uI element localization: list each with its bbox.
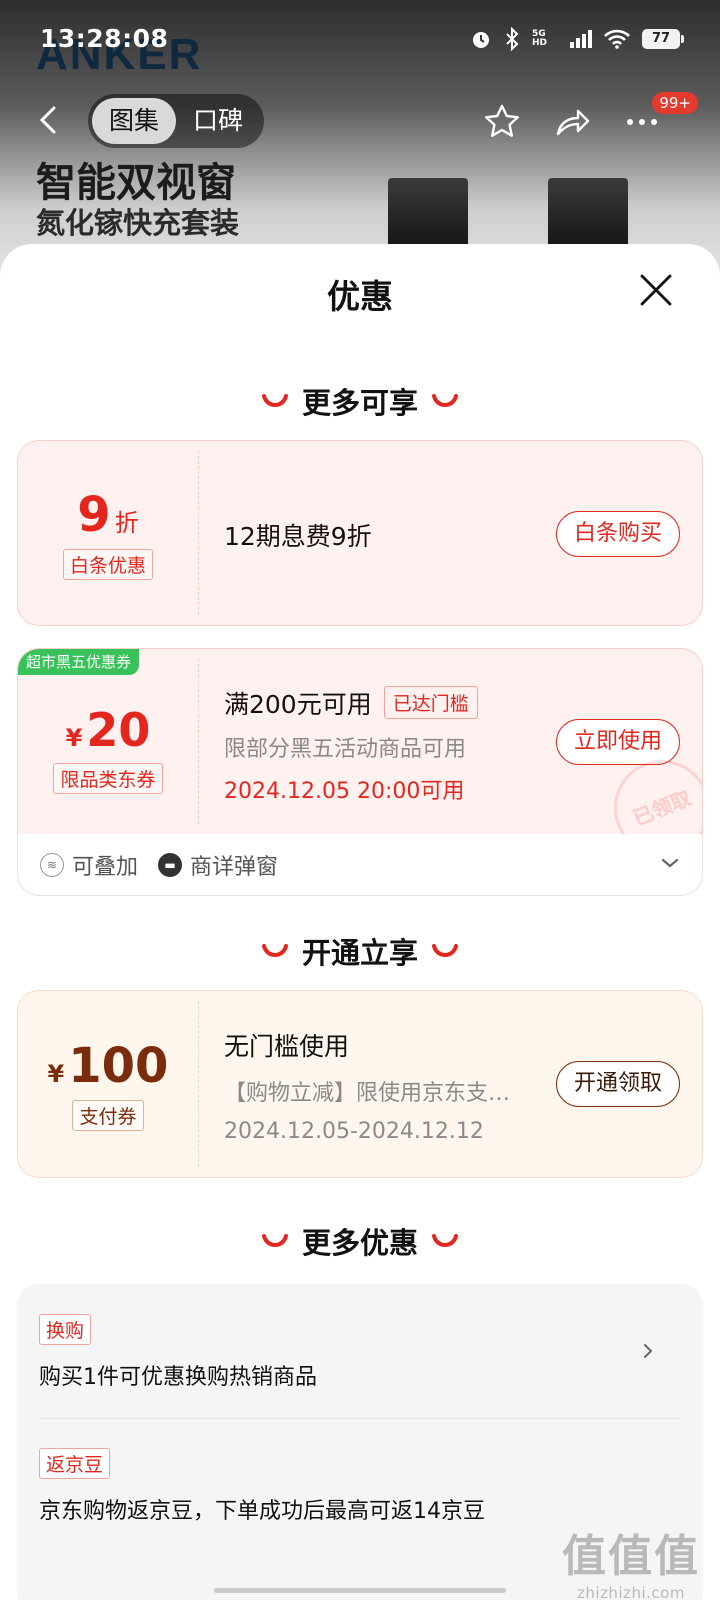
card-divider — [198, 1001, 199, 1167]
alarm-icon — [473, 32, 489, 48]
list-item-jingdou[interactable]: 返京豆 京东购物返京豆，下单成功后最高可返14京豆 — [39, 1448, 679, 1525]
wifi-icon — [604, 29, 630, 49]
status-bar: 13:28:08 5G HD 77 — [0, 0, 720, 80]
currency-symbol: ¥ — [47, 1059, 65, 1088]
section-label: 开通立享 — [301, 936, 418, 970]
discount-value: 9 — [77, 486, 111, 543]
status-time: 13:28:08 — [40, 24, 169, 53]
section-title-activate: 开通立享 — [0, 930, 720, 972]
smile-decor-icon — [432, 1234, 458, 1247]
list-item-trade-in[interactable]: 换购 购买1件可优惠换购热销商品 — [39, 1314, 679, 1391]
section-title-more-offers: 更多优惠 — [0, 1220, 720, 1262]
share-icon[interactable] — [552, 102, 592, 142]
coupon-scope: 限部分黑五活动商品可用 — [224, 737, 467, 762]
baitiao-tag: 白条优惠 — [62, 548, 153, 580]
section-title-more-enjoy: 更多可享 — [0, 380, 720, 422]
coupon-type-tag: 限品类东券 — [53, 763, 163, 794]
section-label: 更多优惠 — [301, 1226, 418, 1260]
smile-decor-icon — [261, 1234, 288, 1247]
pay-coupon-condition: 无门槛使用 — [224, 1032, 350, 1061]
popup-label: 商详弹窗 — [190, 854, 279, 880]
threshold-reached-tag: 已达门槛 — [383, 686, 478, 719]
signal-icon — [570, 30, 592, 48]
smile-decor-icon — [432, 944, 458, 957]
stack-icon: ≋ — [40, 852, 64, 877]
stackable-label: 可叠加 — [72, 854, 139, 880]
discount-unit: 折 — [114, 508, 139, 537]
watermark-logo: 值值值 — [562, 1531, 700, 1582]
card-divider — [198, 451, 199, 615]
coupon-condition: 满200元可用 — [224, 690, 372, 719]
site-watermark: 值值值 zhizhizhi.com — [562, 1520, 700, 1600]
pay-coupon-valid-date: 2024.12.05-2024.12.12 — [224, 1119, 484, 1144]
coupon-offer-card: 超市黑五优惠券 ¥20 限品类东券 满200元可用 已达门槛 限部分黑五活动商品可… — [17, 648, 703, 834]
pay-coupon-scope: 【购物立减】限使用京东支… — [224, 1081, 511, 1106]
card-divider — [198, 659, 199, 824]
smile-decor-icon — [261, 944, 288, 957]
bluetooth-icon — [506, 27, 519, 51]
use-now-button[interactable]: 立即使用 — [556, 719, 680, 765]
coupon-value: 20 — [86, 703, 151, 757]
star-icon[interactable] — [482, 102, 522, 142]
battery-indicator: 77 — [642, 29, 684, 49]
popup-info: ▬ 商详弹窗 — [158, 849, 278, 881]
message-count-badge: 99+ — [652, 92, 698, 114]
smile-decor-icon — [432, 394, 458, 407]
offers-sheet: 优惠 更多可享 9折 白条优惠 12期息费9折 白条购买 超市黑五优惠券 ¥20… — [0, 244, 720, 1600]
watermark-url: zhizhizhi.com — [577, 1584, 685, 1600]
pay-coupon-card: ¥100 支付券 无门槛使用 【购物立减】限使用京东支… 2024.12.05-… — [17, 990, 703, 1178]
gallery-review-switch: 图集 口碑 — [88, 94, 264, 148]
promo-subheadline: 氮化镓快充套装 — [36, 206, 240, 240]
tab-reviews[interactable]: 口碑 — [176, 98, 260, 144]
currency-symbol: ¥ — [65, 724, 83, 752]
sheet-title: 优惠 — [327, 277, 393, 316]
chevron-right-icon[interactable] — [639, 1342, 657, 1360]
pay-coupon-value: 100 — [68, 1037, 169, 1094]
pay-coupon-tag: 支付券 — [72, 1099, 144, 1131]
network-label: 5G HD — [532, 29, 548, 48]
stackable-info: ≋ 可叠加 — [40, 849, 138, 881]
back-arrow-icon[interactable] — [32, 102, 68, 138]
activate-claim-button[interactable]: 开通领取 — [556, 1061, 680, 1107]
coupon-card-footer: ≋ 可叠加 ▬ 商详弹窗 — [17, 834, 703, 896]
product-nav-bar: 图集 口碑 99+ — [0, 88, 720, 152]
chevron-down-icon[interactable] — [660, 853, 680, 873]
baitiao-offer-card: 9折 白条优惠 12期息费9折 白条购买 — [17, 440, 703, 626]
list-divider — [39, 1418, 681, 1419]
baitiao-description: 12期息费9折 — [224, 522, 372, 551]
trade-in-description: 购买1件可优惠换购热销商品 — [39, 1365, 317, 1390]
smile-decor-icon — [261, 394, 288, 407]
coupon-valid-date: 2024.12.05 20:00可用 — [224, 779, 465, 804]
home-indicator[interactable] — [214, 1588, 506, 1593]
trade-in-tag: 换购 — [39, 1314, 92, 1345]
close-icon[interactable] — [638, 272, 674, 308]
section-label: 更多可享 — [301, 386, 418, 420]
baitiao-buy-button[interactable]: 白条购买 — [556, 511, 680, 557]
tab-gallery[interactable]: 图集 — [92, 98, 176, 144]
popup-icon: ▬ — [158, 852, 183, 877]
jingdou-tag: 返京豆 — [39, 1448, 111, 1479]
